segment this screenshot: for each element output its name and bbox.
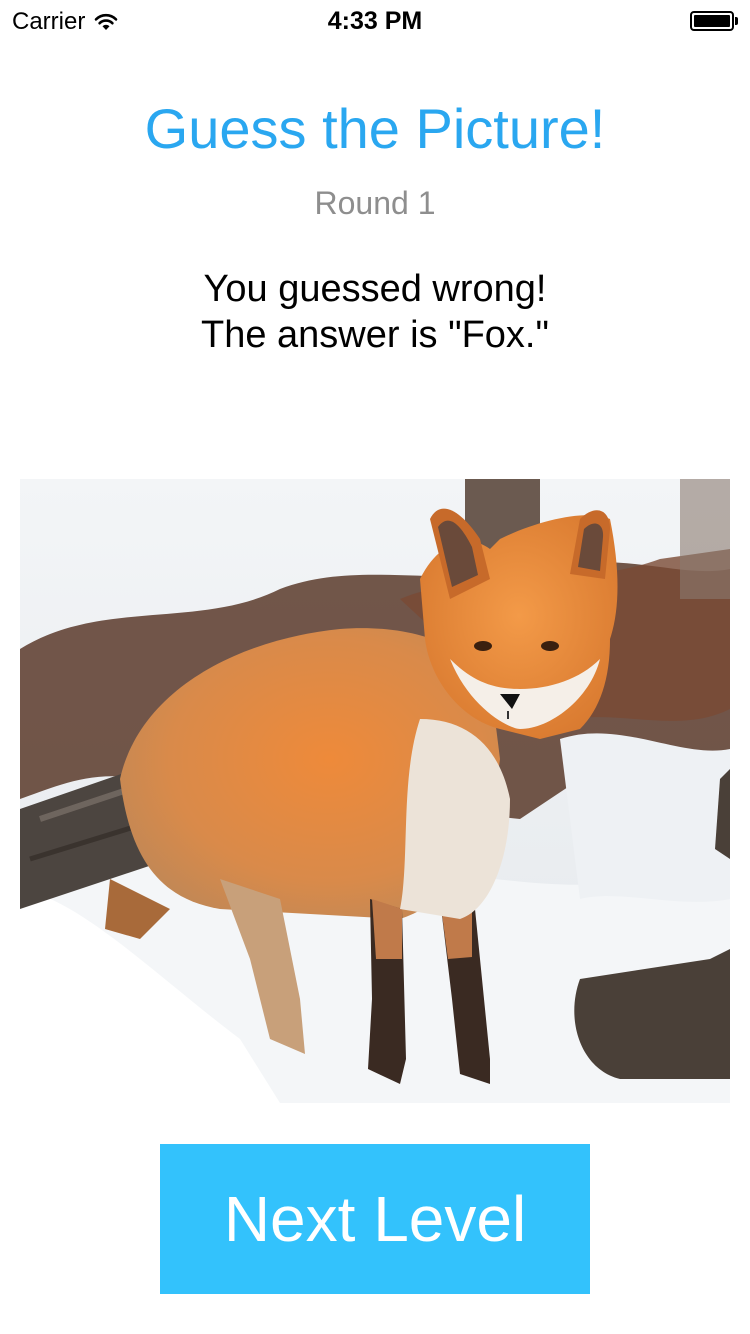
guess-picture [20,479,730,1103]
result-message: You guessed wrong! The answer is "Fox." [0,266,750,358]
result-line-2: The answer is "Fox." [201,314,549,356]
round-label: Round 1 [314,185,436,221]
result-line-1: You guessed wrong! [203,268,547,310]
fox-image [20,479,730,1103]
status-bar: Carrier 4:33 PM [0,0,750,40]
page-title: Guess the Picture! [144,97,606,160]
battery-fill [694,15,730,27]
clock: 4:33 PM [327,7,423,35]
battery-full-icon [690,11,738,31]
next-level-button[interactable]: Next Level [160,1144,590,1294]
game-screen: Carrier 4:33 PM Guess the Picture! Round… [0,0,750,1334]
